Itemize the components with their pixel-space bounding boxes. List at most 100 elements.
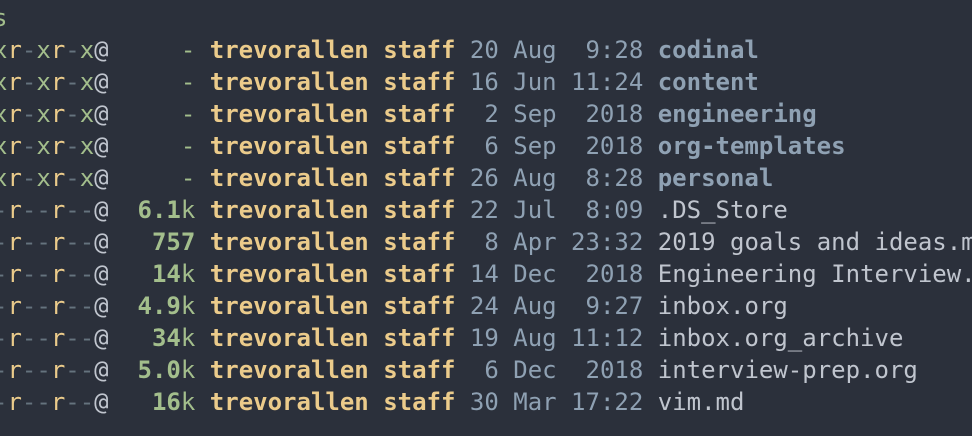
size: 757 <box>109 228 196 256</box>
owner: trevorallen <box>209 68 369 96</box>
size: 6.1k <box>109 196 196 224</box>
listing-row: -r--r--@ 16k trevorallen staff 30 Mar 17… <box>0 386 744 418</box>
permissions: xr-xr-x@ <box>0 100 109 128</box>
size-unit: k <box>180 388 196 416</box>
group: staff <box>383 36 456 64</box>
modified-date: 6 Dec 2018 <box>469 356 644 384</box>
directory-name[interactable]: codinal <box>658 36 759 64</box>
modified-date: 6 Sep 2018 <box>469 132 644 160</box>
permissions: xr-xr-x@ <box>0 164 109 192</box>
permissions: -r--r--@ <box>0 196 109 224</box>
size-number: 34 <box>151 324 181 352</box>
size: 4.9k <box>109 292 196 320</box>
group: staff <box>383 132 456 160</box>
group: staff <box>383 196 456 224</box>
permissions: xr-xr-x@ <box>0 132 109 160</box>
group: staff <box>383 164 456 192</box>
size: - <box>109 100 196 128</box>
owner: trevorallen <box>209 356 369 384</box>
listing-row: -r--r--@ 6.1k trevorallen staff 22 Jul 8… <box>0 194 788 226</box>
size-dash: - <box>180 164 196 192</box>
modified-date: 20 Aug 9:28 <box>469 36 644 64</box>
file-name[interactable]: Engineering Interview.txt <box>658 260 972 288</box>
group: staff <box>383 388 456 416</box>
permissions: -r--r--@ <box>0 228 109 256</box>
listing-row: -r--r--@ 5.0k trevorallen staff 6 Dec 20… <box>0 354 918 386</box>
size: - <box>109 164 196 192</box>
owner: trevorallen <box>209 36 369 64</box>
modified-date: 24 Aug 9:27 <box>469 292 644 320</box>
file-name[interactable]: inbox.org <box>658 292 788 320</box>
size-unit: k <box>180 292 196 320</box>
size: 5.0k <box>109 356 196 384</box>
file-name[interactable]: vim.md <box>658 388 745 416</box>
modified-date: 19 Aug 11:12 <box>469 324 644 352</box>
size-number: 14 <box>151 260 181 288</box>
modified-date: 26 Aug 8:28 <box>469 164 644 192</box>
directory-name[interactable]: content <box>658 68 759 96</box>
permissions: -r--r--@ <box>0 388 109 416</box>
group: staff <box>383 260 456 288</box>
file-name[interactable]: .DS_Store <box>658 196 788 224</box>
size-number: 757 <box>151 228 196 256</box>
group: staff <box>383 228 456 256</box>
owner: trevorallen <box>209 292 369 320</box>
group: staff <box>383 292 456 320</box>
size-dash: - <box>180 68 196 96</box>
listing-row: xr-xr-x@ - trevorallen staff 16 Jun 11:2… <box>0 66 759 98</box>
listing-row: xr-xr-x@ - trevorallen staff 6 Sep 2018 … <box>0 130 846 162</box>
listing-row: -r--r--@ 757 trevorallen staff 8 Apr 23:… <box>0 226 972 258</box>
owner: trevorallen <box>209 324 369 352</box>
owner: trevorallen <box>209 164 369 192</box>
group: staff <box>383 68 456 96</box>
permissions: xr-xr-x@ <box>0 36 109 64</box>
size-number: 6.1 <box>137 196 181 224</box>
size-dash: - <box>180 36 196 64</box>
size: - <box>109 36 196 64</box>
group: staff <box>383 356 456 384</box>
directory-name[interactable]: org-templates <box>658 132 846 160</box>
directory-name[interactable]: engineering <box>658 100 817 128</box>
owner: trevorallen <box>209 260 369 288</box>
listing-row: xr-xr-x@ - trevorallen staff 26 Aug 8:28… <box>0 162 773 194</box>
size: 14k <box>109 260 196 288</box>
size-number: 4.9 <box>137 292 181 320</box>
size-number: 5.0 <box>137 356 181 384</box>
file-name[interactable]: interview-prep.org <box>658 356 918 384</box>
size: - <box>109 132 196 160</box>
size: 34k <box>109 324 196 352</box>
listing-row: -r--r--@ 34k trevorallen staff 19 Aug 11… <box>0 322 903 354</box>
directory-name[interactable]: personal <box>658 164 774 192</box>
file-name[interactable]: inbox.org_archive <box>658 324 904 352</box>
modified-date: 2 Sep 2018 <box>469 100 644 128</box>
size-unit: k <box>180 356 196 384</box>
modified-date: 14 Dec 2018 <box>469 260 644 288</box>
permissions: xr-xr-x@ <box>0 68 109 96</box>
size-dash: - <box>180 100 196 128</box>
permissions: -r--r--@ <box>0 260 109 288</box>
owner: trevorallen <box>209 100 369 128</box>
size-number: 16 <box>151 388 181 416</box>
modified-date: 22 Jul 8:09 <box>469 196 644 224</box>
group: staff <box>383 324 456 352</box>
terminal-window[interactable]: s xr-xr-x@ - trevorallen staff 20 Aug 9:… <box>0 0 972 436</box>
owner: trevorallen <box>209 388 369 416</box>
size: 16k <box>109 388 196 416</box>
size-unit: k <box>180 196 196 224</box>
listing-row: -r--r--@ 14k trevorallen staff 14 Dec 20… <box>0 258 972 290</box>
command-line: s <box>0 4 8 32</box>
file-name[interactable]: 2019 goals and ideas.md <box>658 228 972 256</box>
owner: trevorallen <box>209 228 369 256</box>
listing-row: xr-xr-x@ - trevorallen staff 20 Aug 9:28… <box>0 34 759 66</box>
listing-row: -r--r--@ 4.9k trevorallen staff 24 Aug 9… <box>0 290 788 322</box>
modified-date: 8 Apr 23:32 <box>469 228 644 256</box>
size-unit: k <box>180 260 196 288</box>
owner: trevorallen <box>209 196 369 224</box>
group: staff <box>383 100 456 128</box>
size: - <box>109 68 196 96</box>
size-unit: k <box>180 324 196 352</box>
permissions: -r--r--@ <box>0 324 109 352</box>
size-dash: - <box>180 132 196 160</box>
modified-date: 16 Jun 11:24 <box>469 68 644 96</box>
permissions: -r--r--@ <box>0 292 109 320</box>
